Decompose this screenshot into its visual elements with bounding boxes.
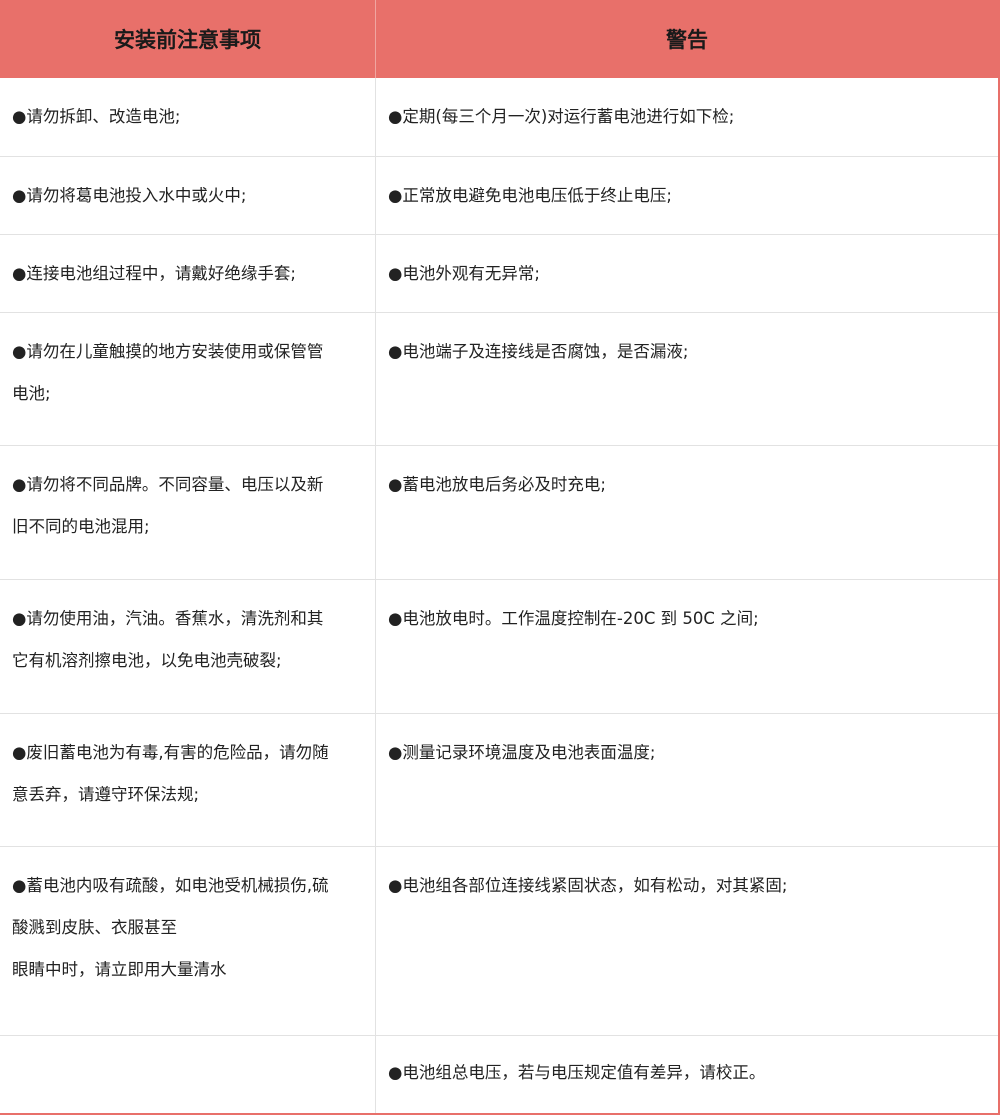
warning-text: ●定期(每三个月一次)对运行蓄电池进行如下检; <box>388 107 735 126</box>
precaution-text: ●请勿将葛电池投入水中或火中; <box>12 186 247 205</box>
warning-cell: ●电池放电时。工作温度控制在-20C 到 50C 之间; <box>376 580 998 713</box>
warning-cell: ●定期(每三个月一次)对运行蓄电池进行如下检; <box>376 78 998 156</box>
warning-text: ●电池外观有无异常; <box>388 264 540 283</box>
precaution-cell: ●请勿将不同品牌。不同容量、电压以及新 旧不同的电池混用; <box>0 446 376 579</box>
warning-text: ●正常放电避免电池电压低于终止电压; <box>388 186 672 205</box>
header-warning: 警告 <box>666 28 708 52</box>
table-header: 安装前注意事项 警告 <box>0 0 998 78</box>
warning-text: ●测量记录环境温度及电池表面温度; <box>388 743 656 762</box>
warning-table: 安装前注意事项 警告 ●请勿拆卸、改造电池; ●定期(每三个月一次)对运行蓄电池进… <box>0 0 1000 1115</box>
warning-text: ●蓄电池放电后务必及时充电; <box>388 475 606 494</box>
warning-cell: ●电池组各部位连接线紧固状态，如有松动，对其紧固; <box>376 847 998 1035</box>
precaution-text: ●请勿拆卸、改造电池; <box>12 107 181 126</box>
warning-text: ●电池端子及连接线是否腐蚀，是否漏液; <box>388 342 689 361</box>
warning-cell: ●电池端子及连接线是否腐蚀，是否漏液; <box>376 313 998 445</box>
warning-text: ●电池组总电压，若与电压规定值有差异，请校正。 <box>388 1063 766 1082</box>
warning-text: ●电池组各部位连接线紧固状态，如有松动，对其紧固; <box>388 876 788 895</box>
warning-cell: ●测量记录环境温度及电池表面温度; <box>376 714 998 846</box>
precaution-cell: ●请勿在儿童触摸的地方安装使用或保管管 电池; <box>0 313 376 445</box>
table-row: ●请勿在儿童触摸的地方安装使用或保管管 电池; ●电池端子及连接线是否腐蚀，是否漏液… <box>0 313 998 446</box>
table-row: ●请勿将不同品牌。不同容量、电压以及新 旧不同的电池混用; ●蓄电池放电后务必及时充… <box>0 446 998 580</box>
header-precautions: 安装前注意事项 <box>0 0 376 78</box>
precaution-cell: ●请勿使用油，汽油。香蕉水，清洗剂和其 它有机溶剂擦电池，以免电池壳破裂; <box>0 580 376 713</box>
table-row: ●请勿拆卸、改造电池; ●定期(每三个月一次)对运行蓄电池进行如下检; <box>0 78 998 157</box>
table-row: ●连接电池组过程中，请戴好绝缘手套; ●电池外观有无异常; <box>0 235 998 313</box>
table-row: ●请勿使用油，汽油。香蕉水，清洗剂和其 它有机溶剂擦电池，以免电池壳破裂; ●电池放… <box>0 580 998 714</box>
table-row: ●废旧蓄电池为有毒,有害的危险品，请勿随 意丢弃，请遵守环保法规; ●测量记录环境温… <box>0 714 998 847</box>
warning-cell: ●电池外观有无异常; <box>376 235 998 312</box>
precaution-cell: ●请勿拆卸、改造电池; <box>0 78 376 156</box>
precaution-cell <box>0 1036 376 1113</box>
precaution-text: ●连接电池组过程中，请戴好绝缘手套; <box>12 264 296 283</box>
warning-text: ●电池放电时。工作温度控制在-20C 到 50C 之间; <box>388 609 759 628</box>
table-body: ●请勿拆卸、改造电池; ●定期(每三个月一次)对运行蓄电池进行如下检; ●请勿将葛电… <box>0 78 998 1113</box>
precaution-text: ●请勿在儿童触摸的地方安装使用或保管管 <box>12 342 324 361</box>
precaution-cell: ●蓄电池内吸有疏酸，如电池受机械损伤,硫 酸溅到皮肤、衣服甚至 眼睛中时，请立即用大… <box>0 847 376 1035</box>
precaution-cell: ●连接电池组过程中，请戴好绝缘手套; <box>0 235 376 312</box>
table-row: ●蓄电池内吸有疏酸，如电池受机械损伤,硫 酸溅到皮肤、衣服甚至 眼睛中时，请立即用大… <box>0 847 998 1036</box>
precaution-cell: ●请勿将葛电池投入水中或火中; <box>0 157 376 234</box>
table-row: ●请勿将葛电池投入水中或火中; ●正常放电避免电池电压低于终止电压; <box>0 157 998 235</box>
warning-cell: ●电池组总电压，若与电压规定值有差异，请校正。 <box>376 1036 998 1113</box>
precaution-cell: ●废旧蓄电池为有毒,有害的危险品，请勿随 意丢弃，请遵守环保法规; <box>0 714 376 846</box>
table-row: ●电池组总电压，若与电压规定值有差异，请校正。 <box>0 1036 998 1113</box>
precaution-text: 眼睛中时，请立即用大量清水 <box>12 960 227 979</box>
warning-cell: ●蓄电池放电后务必及时充电; <box>376 446 998 579</box>
warning-cell: ●正常放电避免电池电压低于终止电压; <box>376 157 998 234</box>
